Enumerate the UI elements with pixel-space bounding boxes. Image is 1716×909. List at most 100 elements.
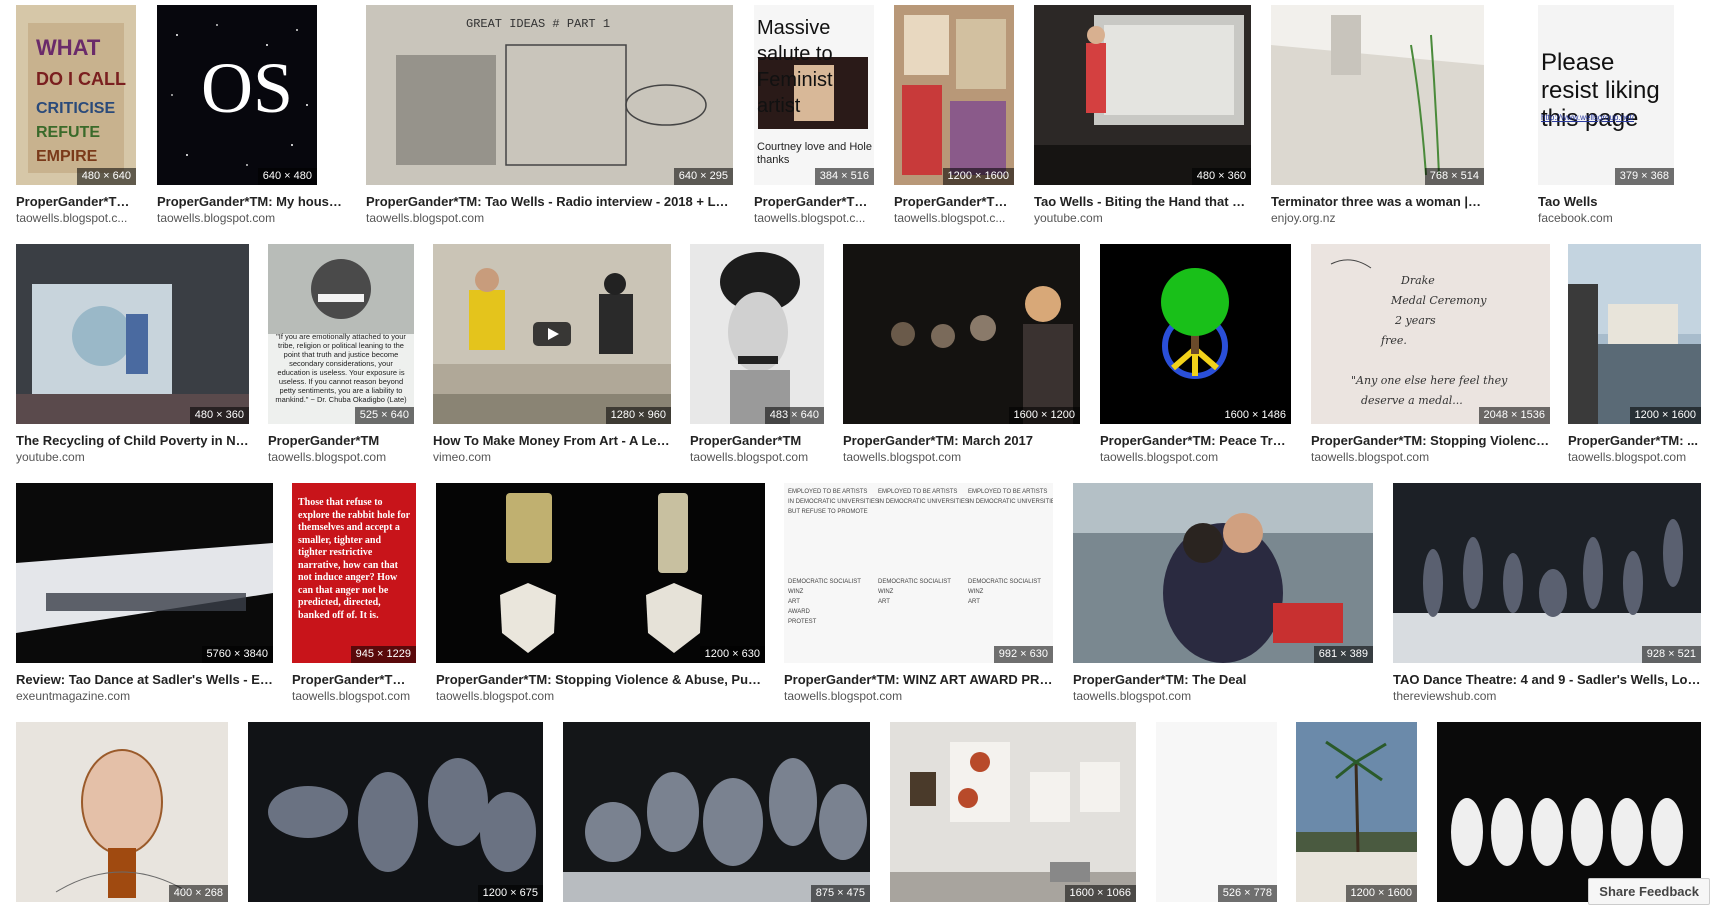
svg-text:GREAT IDEAS # PART 1: GREAT IDEAS # PART 1 [466,17,610,31]
result-domain[interactable]: taowells.blogspot.c... [16,211,136,225]
result-domain[interactable]: taowells.blogspot.com [292,689,416,703]
result-domain[interactable]: taowells.blogspot.com [436,689,765,703]
result-title[interactable]: ProperGander*TM: Tao Wells - Radio inter… [366,194,733,209]
image-dimensions: 992 × 630 [993,646,1053,663]
result-domain[interactable]: youtube.com [1034,211,1251,225]
result-domain[interactable]: taowells.blogspot.com [1311,450,1550,464]
thumbnail[interactable]: 1200 × 630 [436,483,765,663]
result-title[interactable]: ProperGander*TM... [16,194,136,209]
result-title[interactable]: ProperGander*TM: Stopping Violence & Abu… [436,672,765,687]
thumbnail[interactable] [1437,722,1701,902]
result-domain[interactable]: taowells.blogspot.com [784,689,1053,703]
result-domain[interactable]: taowells.blogspot.com [1568,450,1701,464]
result-domain[interactable]: taowells.blogspot.com [1100,450,1291,464]
result-title[interactable]: ProperGander*TM: Peace Tree... [1100,433,1291,448]
result-title[interactable]: ProperGander*TM:... [292,672,416,687]
result-domain[interactable]: taowells.blogspot.c... [894,211,1014,225]
result-domain[interactable]: thereviewshub.com [1393,689,1701,703]
result-title[interactable]: Tao Wells [1538,194,1674,209]
result-title[interactable]: ProperGander*TM: ... [1568,433,1701,448]
thumbnail[interactable]: 5760 × 3840 [16,483,273,663]
image-dimensions: 1600 × 1066 [1064,885,1136,902]
thumbnail-graphic [1073,483,1373,663]
image-dimensions: 1600 × 1200 [1008,407,1080,424]
result-domain[interactable]: taowells.blogspot.com [1073,689,1373,703]
result-title[interactable]: ProperGander*TM: March 2017 [843,433,1080,448]
thumbnail-graphic [1437,722,1701,902]
result-domain[interactable]: vimeo.com [433,450,671,464]
thumbnail[interactable]: 1280 × 960 [433,244,671,424]
thumbnail[interactable]: 526 × 778 [1156,722,1277,902]
thumbnail[interactable]: 480 × 360 [16,244,249,424]
thumbnail[interactable]: 1600 × 1200 [843,244,1080,424]
play-button-icon[interactable] [533,322,571,346]
thumbnail[interactable]: 1600 × 1486 [1100,244,1291,424]
thumbnail[interactable]: 1200 × 1600 [894,5,1014,185]
share-feedback-button[interactable]: Share Feedback [1588,878,1710,905]
thumbnail-graphic [843,244,1080,424]
svg-text:PROTEST: PROTEST [788,619,817,625]
result-title[interactable]: Terminator three was a woman | Enjoy ... [1271,194,1484,209]
svg-text:2 years: 2 years [1394,314,1436,327]
thumbnail[interactable]: 928 × 521 [1393,483,1701,663]
svg-text:REFUTE: REFUTE [36,124,100,141]
result-title[interactable]: TAO Dance Theatre: 4 and 9 - Sadler's We… [1393,672,1701,687]
thumbnail[interactable]: 768 × 514 [1271,5,1484,185]
thumbnail[interactable]: 1600 × 1066 [890,722,1136,902]
result-title[interactable]: ProperGander*TM: WINZ ART AWARD PRO... [784,672,1053,687]
image-dimensions: 681 × 389 [1313,646,1373,663]
result-title[interactable]: ProperGander*TM: Stopping Violence ... [1311,433,1550,448]
result-title[interactable]: Review: Tao Dance at Sadler's Wells - Ex… [16,672,273,687]
result-title[interactable]: ProperGander*TM: The Deal [1073,672,1373,687]
svg-text:ART: ART [878,599,890,605]
thumbnail[interactable]: Drake Medal Ceremony 2 years free. "Any … [1311,244,1550,424]
thumbnail[interactable]: Please resist liking this page http://ww… [1538,5,1674,185]
result-domain[interactable]: taowells.blogspot.c... [754,211,874,225]
thumbnail[interactable]: 1200 × 1600 [1568,244,1701,424]
thumbnail[interactable]: 483 × 640 [690,244,824,424]
thumbnail[interactable]: 1200 × 675 [248,722,543,902]
result-title[interactable]: ProperGander*TM... [894,194,1014,209]
result-title[interactable]: How To Make Money From Art - A Lec... [433,433,671,448]
image-dimensions: 5760 × 3840 [201,646,273,663]
thumbnail-graphic [268,244,414,334]
thumbnail[interactable]: OS 640 × 480 [157,5,317,185]
result-domain[interactable]: taowells.blogspot.com [690,450,824,464]
image-dimensions: 379 × 368 [1614,168,1674,185]
svg-text:EMPLOYED TO BE ARTISTS: EMPLOYED TO BE ARTISTS [968,489,1047,495]
result-title[interactable]: ProperGander*TM [690,433,824,448]
result-domain[interactable]: facebook.com [1538,211,1674,225]
svg-text:deserve a medal...: deserve a medal... [1361,394,1463,407]
result-title[interactable]: ProperGander*TM: My house i... [157,194,347,209]
thumbnail[interactable]: 875 × 475 [563,722,870,902]
result-domain[interactable]: taowells.blogspot.com [366,211,733,225]
thumbnail[interactable]: EMPLOYED TO BE ARTISTS IN DEMOCRATIC UNIV… [784,483,1053,663]
thumbnail[interactable]: "If you are emotionally attached to your… [268,244,414,424]
svg-text:DEMOCRATIC SOCIALIST: DEMOCRATIC SOCIALIST [968,579,1041,585]
image-dimensions: 1200 × 675 [477,885,543,902]
thumbnail[interactable]: 400 × 268 [16,722,228,902]
result-domain[interactable]: youtube.com [16,450,249,464]
thumbnail[interactable]: Those that refuse to explore the rabbit … [292,483,416,663]
thumbnail[interactable]: 480 × 360 [1034,5,1251,185]
svg-text:DEMOCRATIC SOCIALIST: DEMOCRATIC SOCIALIST [878,579,951,585]
result-domain[interactable]: taowells.blogspot.com [157,211,317,225]
thumbnail[interactable]: GREAT IDEAS # PART 1 640 × 295 [366,5,733,185]
result-title[interactable]: Tao Wells - Biting the Hand that Fe... [1034,194,1251,209]
result-domain[interactable]: enjoy.org.nz [1271,211,1484,225]
result-title[interactable]: The Recycling of Child Poverty in Ne... [16,433,249,448]
thumbnail[interactable]: WHAT DO I CALL CRITICISE REFUTE EMPIRE 4… [16,5,136,185]
result-domain[interactable]: taowells.blogspot.com [843,450,1080,464]
thumbnail-graphic [1034,5,1251,185]
result-title[interactable]: ProperGander*TM [268,433,414,448]
svg-text:Drake: Drake [1400,274,1435,287]
thumbnail[interactable]: 681 × 389 [1073,483,1373,663]
result-domain[interactable]: exeuntmagazine.com [16,689,273,703]
image-dimensions: 1200 × 1600 [942,168,1014,185]
image-dimensions: 483 × 640 [764,407,824,424]
thumbnail[interactable]: 1200 × 1600 [1296,722,1417,902]
thumbnail[interactable]: Massive salute to Feminist artist Courtn… [754,5,874,185]
result-title[interactable]: ProperGander*TM... [754,194,874,209]
result-domain[interactable]: taowells.blogspot.com [268,450,414,464]
thumbnail-graphic: GREAT IDEAS # PART 1 [366,5,733,185]
